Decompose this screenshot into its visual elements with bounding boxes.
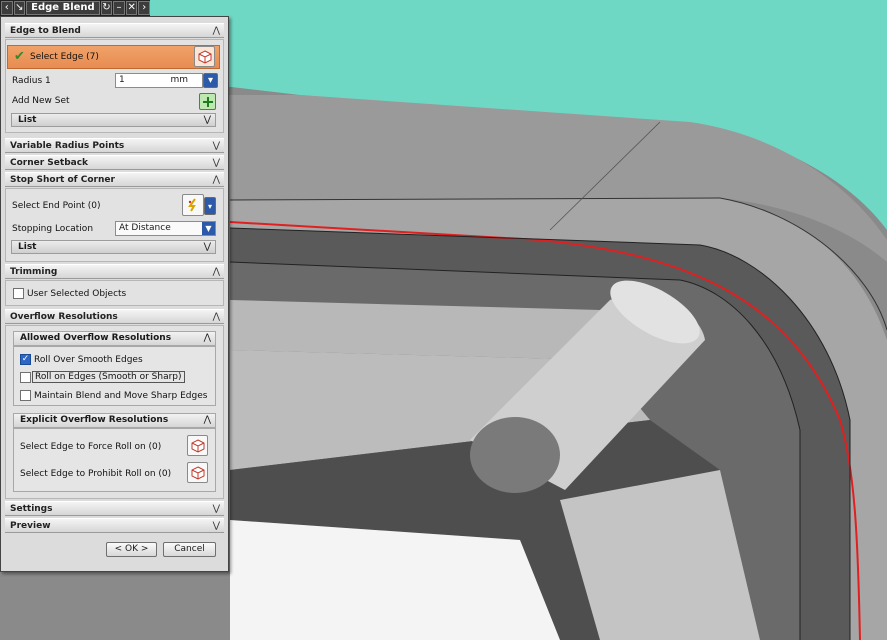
stop-short-list-toggle[interactable]: List ⋁: [11, 240, 216, 254]
chevron-down-icon[interactable]: ⋁: [204, 114, 211, 126]
stopping-location-label: Stopping Location: [12, 224, 94, 234]
chevron-down-icon[interactable]: ⋁: [213, 156, 220, 170]
maintain-blend-label: Maintain Blend and Move Sharp Edges: [34, 391, 208, 401]
section-title: Variable Radius Points: [10, 141, 125, 151]
section-trimming[interactable]: Trimming ⋀: [5, 264, 224, 279]
dialog-title: Edge Blend: [26, 1, 100, 15]
section-title: Settings: [10, 504, 53, 514]
list-label: List: [18, 242, 37, 252]
section-overflow[interactable]: Overflow Resolutions ⋀: [5, 309, 224, 324]
section-title: Stop Short of Corner: [10, 175, 115, 185]
allowed-overflow-header[interactable]: Allowed Overflow Resolutions ⋀: [13, 331, 216, 346]
section-edge-to-blend[interactable]: Edge to Blend ⋀: [5, 23, 224, 38]
chevron-down-icon[interactable]: ⋁: [204, 241, 211, 253]
stopping-location-select[interactable]: At Distance ▼: [115, 221, 216, 236]
chevron-up-icon[interactable]: ⋀: [213, 24, 220, 38]
section-stop-short[interactable]: Stop Short of Corner ⋀: [5, 172, 224, 187]
roll-over-smooth-label: Roll Over Smooth Edges: [34, 355, 143, 365]
chevron-up-icon[interactable]: ⋀: [213, 265, 220, 279]
edge-list-toggle[interactable]: List ⋁: [11, 113, 216, 127]
cylinder-end: [470, 417, 560, 493]
roll-on-edges-label: Roll on Edges (Smooth or Sharp): [32, 371, 185, 383]
blend-tool-icon: ↘: [13, 1, 26, 15]
section-variable-radius[interactable]: Variable Radius Points ⋁: [5, 138, 224, 153]
floor-strip: [230, 300, 600, 360]
radius-value: 1: [119, 75, 125, 85]
select-edge-row[interactable]: ✔ Select Edge (7): [7, 45, 220, 69]
subsection-title: Allowed Overflow Resolutions: [20, 333, 172, 343]
section-title: Trimming: [10, 267, 58, 277]
section-title: Edge to Blend: [10, 26, 81, 36]
chevron-down-icon[interactable]: ⋁: [213, 139, 220, 153]
point-options-icon[interactable]: ▾: [204, 197, 216, 215]
list-label: List: [18, 115, 37, 125]
close-icon[interactable]: ✕: [125, 1, 138, 15]
prohibit-roll-label: Select Edge to Prohibit Roll on (0): [20, 469, 172, 479]
select-end-point-label: Select End Point (0): [12, 201, 101, 211]
force-roll-label: Select Edge to Force Roll on (0): [20, 442, 162, 452]
section-settings[interactable]: Settings ⋁: [5, 501, 224, 516]
roll-over-smooth-checkbox[interactable]: ✓: [20, 354, 31, 365]
stopping-location-value: At Distance: [119, 223, 171, 233]
cancel-button[interactable]: Cancel: [163, 542, 216, 557]
chevron-up-icon[interactable]: ⋀: [204, 414, 211, 427]
reset-icon[interactable]: ↻: [100, 1, 113, 15]
select-edge-cube-icon[interactable]: [194, 46, 215, 67]
chevron-up-icon[interactable]: ⋀: [213, 310, 220, 324]
section-title: Overflow Resolutions: [10, 312, 118, 322]
radius-unit: mm: [170, 75, 188, 85]
section-title: Corner Setback: [10, 158, 89, 168]
user-selected-objects-label: User Selected Objects: [27, 289, 127, 299]
subsection-title: Explicit Overflow Resolutions: [20, 415, 169, 425]
ok-button[interactable]: < OK >: [106, 542, 157, 557]
edge-blend-dialog: Edge to Blend ⋀ ✔ Select Edge (7) Radius…: [0, 16, 229, 572]
radius-input[interactable]: 1 mm: [115, 73, 203, 88]
section-preview[interactable]: Preview ⋁: [5, 518, 224, 533]
section-title: Preview: [10, 521, 51, 531]
chevron-down-icon[interactable]: ⋁: [213, 502, 220, 516]
add-new-set-label: Add New Set: [12, 96, 70, 106]
chevron-up-icon[interactable]: ⋀: [204, 332, 211, 345]
forward-icon[interactable]: ›: [138, 1, 150, 15]
maintain-blend-checkbox[interactable]: [20, 390, 31, 401]
explicit-overflow-body: [13, 428, 216, 492]
force-roll-cube-icon[interactable]: [187, 435, 208, 456]
radius-label: Radius 1: [12, 76, 51, 86]
select-edge-label: Select Edge (7): [30, 52, 99, 62]
chevron-down-icon[interactable]: ▼: [202, 222, 215, 235]
chevron-down-icon[interactable]: ⋁: [213, 519, 220, 533]
add-new-set-icon[interactable]: [199, 93, 216, 110]
point-dialog-icon[interactable]: [182, 194, 204, 216]
explicit-overflow-header[interactable]: Explicit Overflow Resolutions ⋀: [13, 413, 216, 428]
user-selected-objects-checkbox[interactable]: [13, 288, 24, 299]
prohibit-roll-cube-icon[interactable]: [187, 462, 208, 483]
dialog-titlebar[interactable]: ‹ ↘ Edge Blend ↻ – ✕ ›: [0, 0, 150, 16]
back-icon[interactable]: ‹: [1, 1, 13, 15]
radius-options-icon[interactable]: ▾: [203, 73, 218, 88]
roll-on-edges-checkbox[interactable]: [20, 372, 31, 383]
check-icon: ✔: [14, 49, 25, 64]
chevron-up-icon[interactable]: ⋀: [213, 173, 220, 187]
section-corner-setback[interactable]: Corner Setback ⋁: [5, 155, 224, 170]
minimize-icon[interactable]: –: [113, 1, 125, 15]
